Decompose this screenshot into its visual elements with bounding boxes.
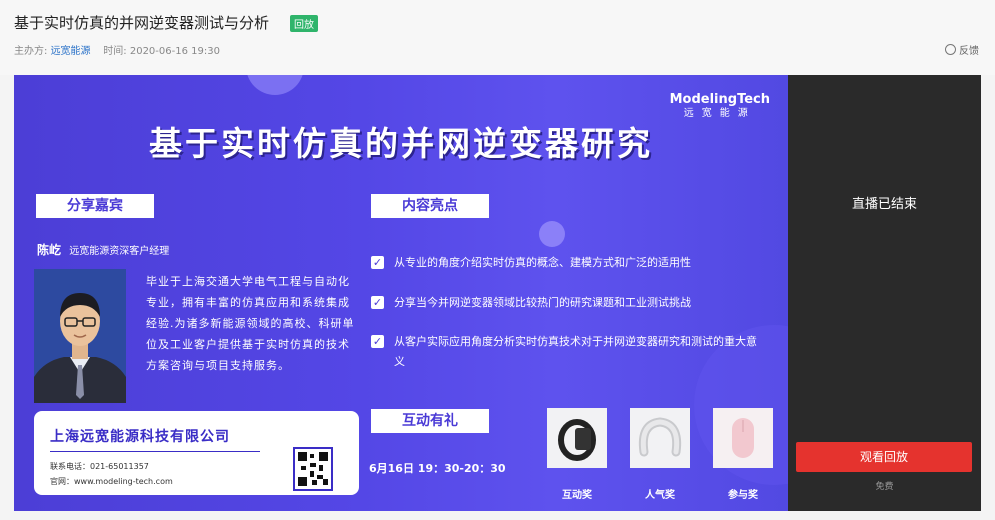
highlight-text: 从专业的角度介绍实时仿真的概念、建模方式和广泛的适用性 bbox=[394, 256, 691, 269]
replay-badge: 回放 bbox=[290, 15, 318, 32]
checkbox-icon: ✓ bbox=[371, 256, 384, 269]
company-website: 官网：www.modeling-tech.com bbox=[50, 477, 173, 486]
live-status: 直播已结束 bbox=[851, 197, 917, 212]
checkbox-icon: ✓ bbox=[371, 296, 384, 309]
company-divider bbox=[50, 451, 260, 452]
prize-image-neck-massager bbox=[630, 408, 690, 468]
interaction-tag: 互动有礼 bbox=[366, 409, 489, 439]
highlight-text: 从客户实际应用角度分析实时仿真技术对于并网逆变器研究和测试的重大意义 bbox=[394, 335, 757, 368]
highlight-item: ✓ 从客户实际应用角度分析实时仿真技术对于并网逆变器研究和测试的重大意义 bbox=[371, 332, 761, 372]
live-sidebar: 直播已结束 观看回放 免费 bbox=[788, 75, 981, 511]
prize-label: 互动奖 bbox=[562, 490, 592, 501]
watch-replay-button[interactable]: 观看回放 bbox=[796, 442, 972, 472]
page-title: 基于实时仿真的并网逆变器测试与分析 bbox=[14, 14, 270, 32]
feedback-button[interactable]: 反馈 bbox=[945, 42, 979, 57]
checkbox-icon: ✓ bbox=[371, 335, 384, 348]
decor-circle bbox=[246, 75, 304, 95]
event-banner: ModelingTech 远宽能源 基于实时仿真的并网逆变器研究 分享嘉宾 内容… bbox=[14, 75, 788, 511]
prize-image-band bbox=[547, 408, 607, 468]
speaker-name: 陈屹 远宽能源资深客户经理 bbox=[37, 241, 169, 258]
price-label: 免费 bbox=[875, 482, 894, 492]
event-time-value: 2020-06-16 19:30 bbox=[129, 46, 220, 57]
organizer-label: 主办方: bbox=[14, 46, 48, 57]
banner-title: 基于实时仿真的并网逆变器研究 bbox=[149, 124, 653, 163]
qr-code bbox=[293, 447, 333, 491]
prize-label: 参与奖 bbox=[728, 490, 758, 501]
page-header: 基于实时仿真的并网逆变器测试与分析 回放 主办方: 远宽能源 时间: 2020-… bbox=[0, 0, 995, 75]
speaker-role: 远宽能源资深客户经理 bbox=[69, 246, 170, 257]
speaker-name-text: 陈屹 bbox=[37, 243, 62, 257]
company-phone: 联系电话：021-65011357 bbox=[50, 462, 149, 471]
highlight-text: 分享当今并网逆变器领域比较热门的研究课题和工业测试挑战 bbox=[394, 296, 691, 309]
highlight-item: ✓ 分享当今并网逆变器领域比较热门的研究课题和工业测试挑战 bbox=[371, 293, 771, 313]
speaker-tag: 分享嘉宾 bbox=[31, 194, 154, 224]
speaker-bio: 毕业于上海交通大学电气工程与自动化专业，拥有丰富的仿真应用和系统集成经验.为诸多… bbox=[146, 275, 355, 372]
decor-circle bbox=[539, 221, 565, 247]
brand-name-en: ModelingTech bbox=[669, 92, 770, 107]
highlights-tag: 内容亮点 bbox=[366, 194, 489, 224]
organizer-link[interactable]: 远宽能源 bbox=[51, 46, 91, 57]
prize-label: 人气奖 bbox=[645, 490, 675, 501]
event-meta: 主办方: 远宽能源 时间: 2020-06-16 19:30 bbox=[14, 42, 220, 57]
feedback-label: 反馈 bbox=[959, 46, 979, 57]
prize-image-mouse bbox=[713, 408, 773, 468]
highlight-item: ✓ 从专业的角度介绍实时仿真的概念、建模方式和广泛的适用性 bbox=[371, 253, 771, 273]
company-card: 上海远宽能源科技有限公司 联系电话：021-65011357 官网：www.mo… bbox=[34, 411, 359, 495]
speaker-photo bbox=[34, 269, 126, 403]
company-name: 上海远宽能源科技有限公司 bbox=[50, 429, 230, 445]
event-time: 6月16日 19：30-20：30 bbox=[369, 462, 506, 475]
feedback-icon bbox=[945, 44, 956, 55]
time-label: 时间: bbox=[103, 46, 127, 57]
brand-logo: ModelingTech 远宽能源 bbox=[670, 92, 770, 120]
